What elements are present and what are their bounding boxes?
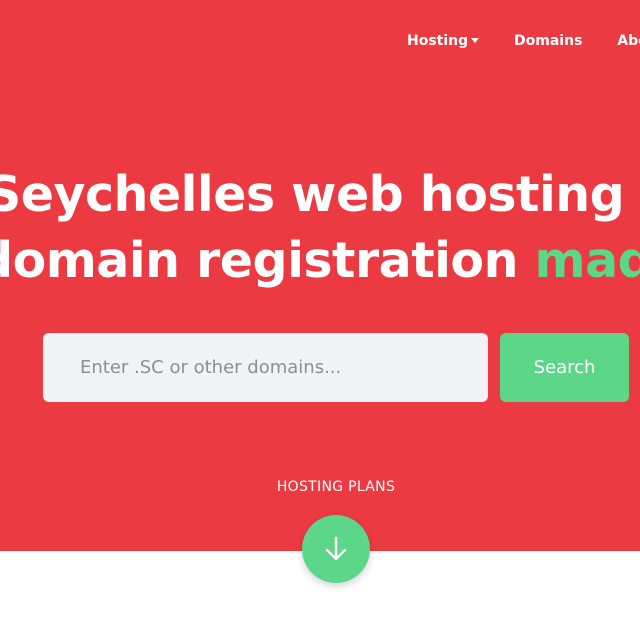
headline-plain-text: domain registration [0, 232, 535, 289]
nav-item-about[interactable]: About [617, 33, 640, 49]
top-nav: Hosting Domains About [407, 33, 640, 49]
nav-item-hosting[interactable]: Hosting [407, 33, 480, 49]
search-button[interactable]: Search [500, 333, 629, 402]
headline-line-1: Seychelles web hosting and [0, 166, 640, 223]
headline-line-2: domain registration made easy [0, 236, 640, 285]
hosting-plans-label: HOSTING PLANS [276, 479, 396, 495]
nav-item-domains[interactable]: Domains [514, 33, 582, 49]
domain-search-input[interactable] [43, 333, 488, 402]
headline-accent-text: made easy [534, 232, 640, 289]
nav-item-hosting-label: Hosting [407, 33, 469, 49]
caret-down-icon [471, 37, 480, 43]
arrow-down-icon [325, 536, 347, 561]
hero-section: Hosting Domains About Seychelles web hos… [0, 0, 640, 551]
scroll-down-button[interactable] [302, 515, 370, 583]
